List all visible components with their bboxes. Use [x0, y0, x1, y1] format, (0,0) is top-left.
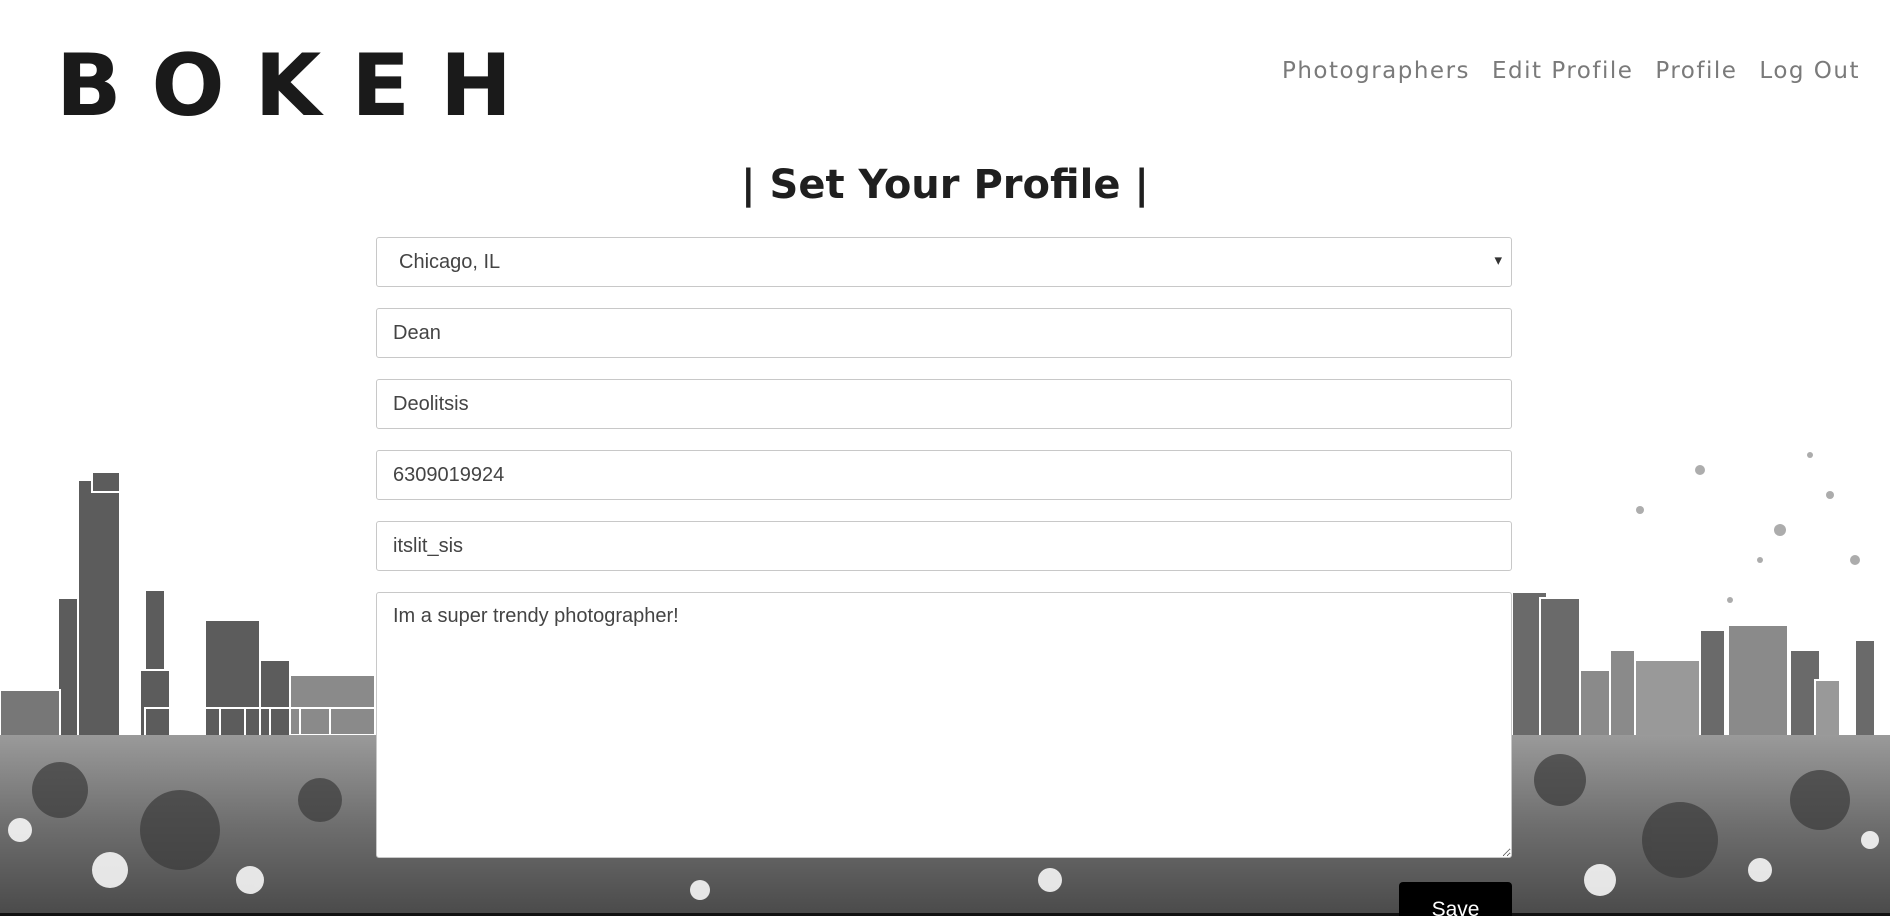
nav-edit-profile-link[interactable]: Edit Profile	[1492, 58, 1633, 84]
page: BOKEH Photographers Edit Profile Profile…	[0, 0, 1890, 916]
save-button[interactable]: Save	[1399, 882, 1512, 916]
profile-form: Chicago, IL ▾ Im a super trendy photogra…	[376, 237, 1512, 858]
nav-photographers-link[interactable]: Photographers	[1282, 58, 1470, 84]
logo[interactable]: BOKEH	[56, 40, 542, 132]
nav-profile-link[interactable]: Profile	[1655, 58, 1737, 84]
bio-textarea[interactable]: Im a super trendy photographer!	[376, 592, 1512, 858]
last-name-input[interactable]	[376, 379, 1512, 429]
phone-input[interactable]	[376, 450, 1512, 500]
city-select-wrapper: Chicago, IL ▾	[376, 237, 1512, 287]
nav-log-out-link[interactable]: Log Out	[1759, 58, 1860, 84]
instagram-input[interactable]	[376, 521, 1512, 571]
top-nav: Photographers Edit Profile Profile Log O…	[1282, 58, 1860, 84]
first-name-input[interactable]	[376, 308, 1512, 358]
city-select[interactable]: Chicago, IL	[376, 237, 1512, 287]
page-title: | Set Your Profile |	[741, 162, 1149, 208]
